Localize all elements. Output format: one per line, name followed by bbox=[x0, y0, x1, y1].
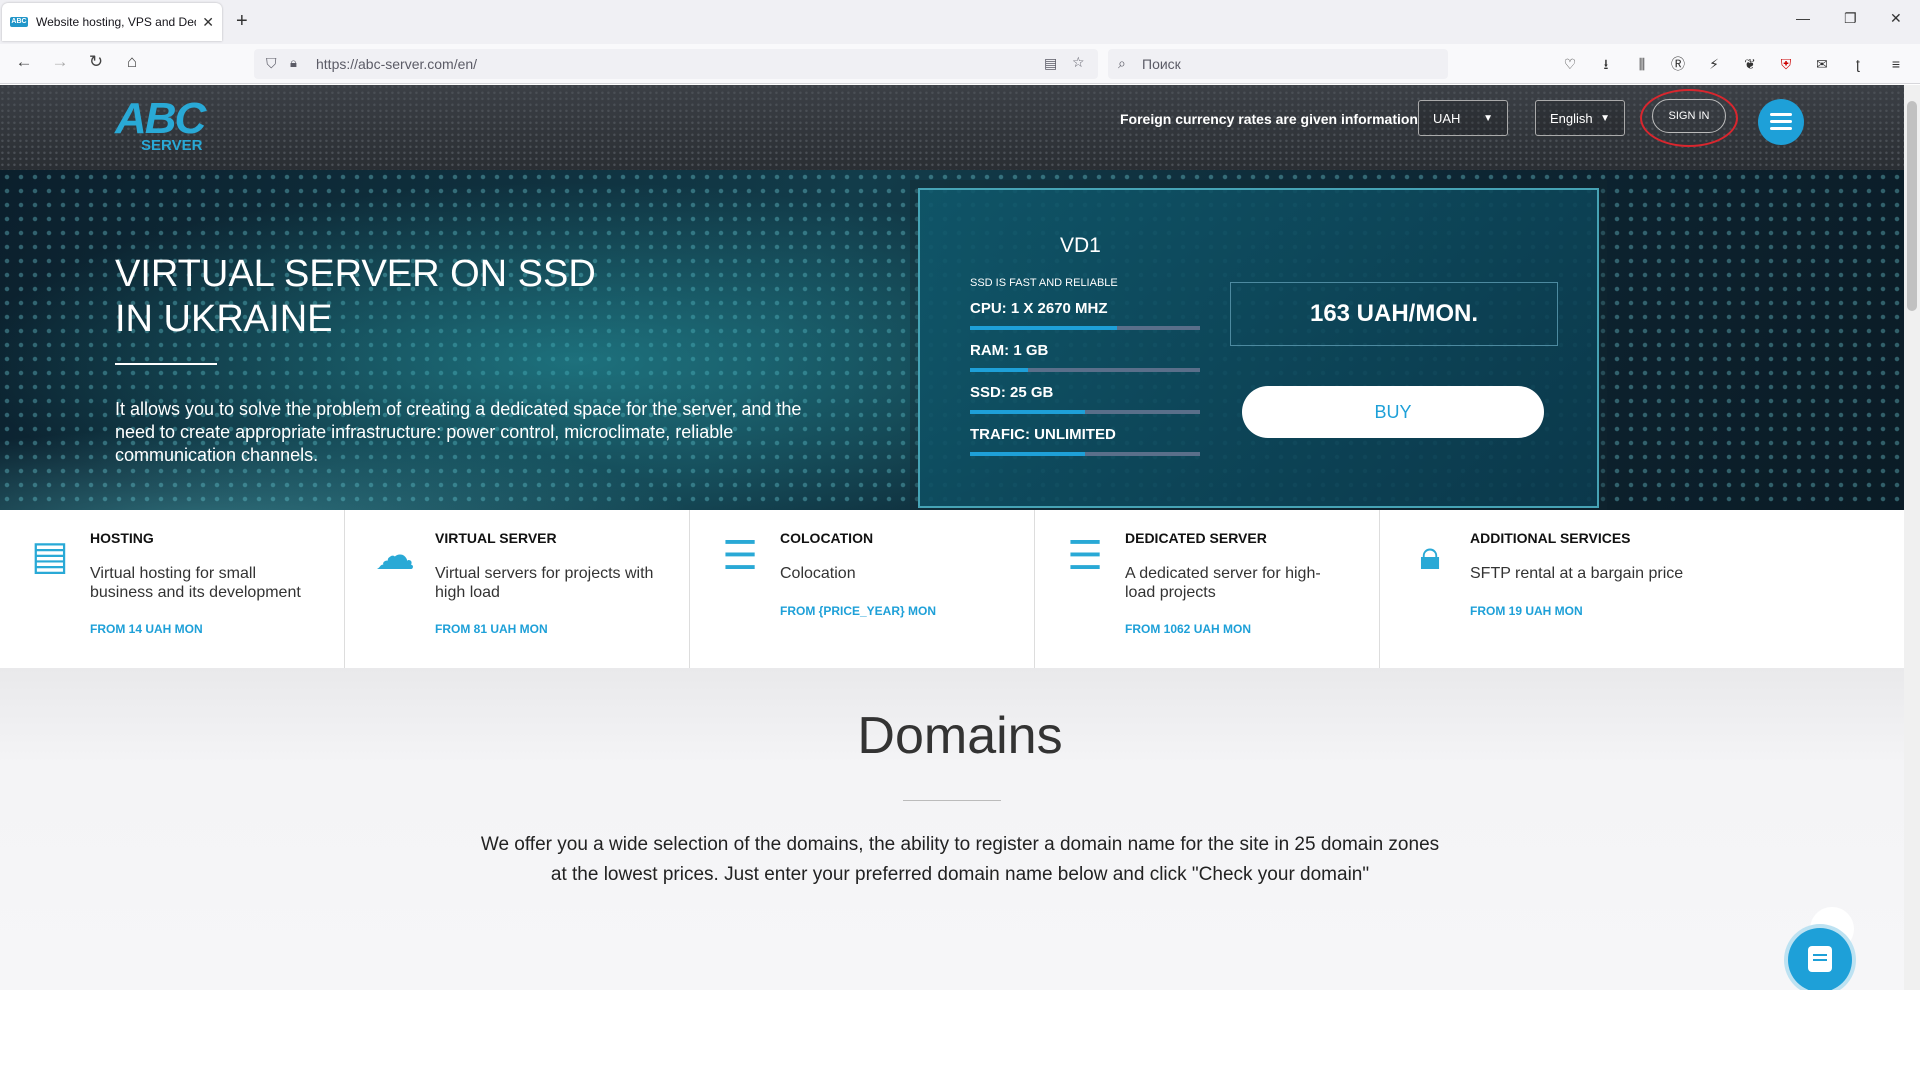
scrollbar-thumb[interactable] bbox=[1907, 101, 1917, 311]
chevron-down-icon: ▼ bbox=[1600, 112, 1610, 124]
fx-info-text: Foreign currency rates are given informa… bbox=[1120, 111, 1418, 127]
url-text: https://abc-server.com/en/ bbox=[316, 56, 478, 72]
hero-title-line2: IN UKRAINE bbox=[115, 298, 333, 340]
service-additional[interactable]: 🔒︎ ADDITIONAL SERVICES SFTP rental at a … bbox=[1380, 510, 1920, 668]
search-icon: ⌕ bbox=[1118, 55, 1126, 71]
domains-divider bbox=[903, 800, 1001, 801]
browser-tab[interactable]: ABC Website hosting, VPS and Dedic ✕ bbox=[2, 3, 222, 41]
ublock-icon[interactable]: ⛨ bbox=[1776, 54, 1796, 74]
server-stack-icon: ▤ bbox=[31, 534, 69, 578]
shield-icon[interactable]: ⛉ bbox=[266, 55, 277, 72]
spec-traffic: TRAFIC: UNLIMITED bbox=[970, 426, 1200, 456]
back-icon[interactable]: ← bbox=[12, 52, 36, 72]
downloads-icon[interactable]: ⭳ bbox=[1596, 54, 1616, 74]
browser-tab-bar: ABC Website hosting, VPS and Dedic ✕ + —… bbox=[0, 0, 1920, 44]
service-title: COLOCATION bbox=[780, 530, 874, 546]
browser-navbar: ← → ↻ ⌂ ⛉ 🔒︎ https://abc-server.com/en/ … bbox=[0, 44, 1920, 84]
spec-bar-fill bbox=[970, 326, 1118, 330]
currency-value: UAH bbox=[1433, 110, 1461, 126]
service-desc: Virtual servers for projects with high l… bbox=[435, 565, 654, 601]
spec-bar-fill bbox=[970, 410, 1085, 414]
service-desc: SFTP rental at a bargain price bbox=[1470, 565, 1684, 582]
logo-sub: SERVER bbox=[141, 137, 203, 154]
forward-icon[interactable]: → bbox=[48, 52, 72, 72]
hero-description: It allows you to solve the problem of cr… bbox=[115, 399, 802, 465]
currency-select[interactable]: UAH ▼ bbox=[1418, 100, 1508, 136]
buy-button[interactable]: BUY bbox=[1242, 386, 1544, 438]
library-icon[interactable]: ⫼ bbox=[1632, 54, 1652, 74]
service-title: ADDITIONAL SERVICES bbox=[1470, 530, 1631, 546]
search-placeholder: Поиск bbox=[1142, 56, 1181, 72]
minimize-icon[interactable]: — bbox=[1796, 10, 1810, 26]
service-title: DEDICATED SERVER bbox=[1125, 530, 1267, 546]
close-tab-icon[interactable]: ✕ bbox=[202, 14, 214, 31]
service-colocation[interactable]: ☰ COLOCATION Colocation FROM {PRICE_YEAR… bbox=[690, 510, 1035, 668]
home-icon[interactable]: ⌂ bbox=[120, 52, 144, 72]
lock-icon: 🔒︎ bbox=[1419, 534, 1441, 578]
chat-icon bbox=[1808, 946, 1832, 972]
sign-in-button[interactable]: SIGN IN bbox=[1652, 99, 1726, 133]
plan-name: VD1 bbox=[1060, 234, 1101, 257]
menu-icon[interactable]: ≡ bbox=[1886, 54, 1906, 74]
rack-icon: ☰ bbox=[1067, 534, 1103, 578]
service-price[interactable]: FROM 19 UAH MON bbox=[1470, 604, 1583, 618]
hero-title-line1: VIRTUAL SERVER ON SSD bbox=[115, 253, 596, 295]
service-title: VIRTUAL SERVER bbox=[435, 530, 557, 546]
spec-bar-fill bbox=[970, 452, 1085, 456]
lock-icon[interactable]: 🔒︎ bbox=[290, 55, 297, 71]
plan-subtitle: SSD IS FAST AND RELIABLE bbox=[970, 277, 1118, 289]
url-bar[interactable]: ⛉ 🔒︎ https://abc-server.com/en/ ▤ ☆ bbox=[254, 49, 1098, 79]
extension-leaf-icon[interactable]: ❦ bbox=[1740, 54, 1760, 74]
service-hosting[interactable]: ▤ HOSTING Virtual hosting for small busi… bbox=[0, 510, 345, 668]
domains-text: We offer you a wide selection of the dom… bbox=[480, 834, 1440, 885]
search-input[interactable]: ⌕ Поиск bbox=[1108, 49, 1448, 79]
service-price[interactable]: FROM 14 UAH MON bbox=[90, 622, 203, 636]
language-value: English bbox=[1550, 110, 1593, 126]
spec-ssd: SSD: 25 GB bbox=[970, 384, 1200, 414]
service-desc: Colocation bbox=[780, 565, 856, 582]
domains-section: Domains We offer you a wide selection of… bbox=[0, 668, 1920, 990]
service-price[interactable]: FROM 1062 UAH MON bbox=[1125, 622, 1251, 636]
mail-icon[interactable]: ✉ bbox=[1812, 54, 1832, 74]
new-tab-icon[interactable]: + bbox=[236, 10, 248, 33]
pocket-icon[interactable]: ♡ bbox=[1560, 54, 1580, 74]
site-favicon-icon: ABC bbox=[10, 17, 28, 27]
plan-price: 163 UAH/MON. bbox=[1230, 282, 1558, 346]
extension-bolt-icon[interactable]: ⚡ bbox=[1704, 54, 1724, 74]
extension-r-icon[interactable]: Ⓡ bbox=[1668, 54, 1688, 74]
page-scrollbar[interactable] bbox=[1904, 85, 1920, 990]
spec-cpu: CPU: 1 X 2670 MHZ bbox=[970, 300, 1200, 330]
language-select[interactable]: English ▼ bbox=[1535, 100, 1625, 136]
extension-tt-icon[interactable]: ʈ bbox=[1848, 54, 1868, 74]
close-window-icon[interactable]: ✕ bbox=[1890, 10, 1902, 27]
abc-server-logo[interactable]: ABC SERVER bbox=[115, 97, 241, 159]
service-price[interactable]: FROM 81 UAH MON bbox=[435, 622, 548, 636]
spec-bar-fill bbox=[970, 368, 1028, 372]
reload-icon[interactable]: ↻ bbox=[84, 52, 108, 72]
service-dedicated-server[interactable]: ☰ DEDICATED SERVER A dedicated server fo… bbox=[1035, 510, 1380, 668]
logo-text: ABC bbox=[115, 94, 206, 143]
chevron-down-icon: ▼ bbox=[1483, 112, 1493, 124]
domains-title: Domains bbox=[857, 707, 1063, 765]
service-title: HOSTING bbox=[90, 530, 154, 546]
page-bottom bbox=[0, 990, 1920, 1080]
rack-icon: ☰ bbox=[722, 534, 758, 578]
service-price[interactable]: FROM {PRICE_YEAR} MON bbox=[780, 604, 936, 618]
restore-icon[interactable]: ❐ bbox=[1844, 10, 1857, 27]
hamburger-menu-button[interactable] bbox=[1758, 99, 1804, 145]
plan-card: VD1 SSD IS FAST AND RELIABLE CPU: 1 X 26… bbox=[910, 180, 1607, 516]
hero-divider bbox=[115, 363, 217, 365]
reader-view-icon[interactable]: ▤ bbox=[1044, 55, 1057, 72]
service-desc: A dedicated server for high-load project… bbox=[1125, 565, 1321, 601]
hero-title: VIRTUAL SERVER ON SSD IN UKRAINE bbox=[115, 252, 596, 342]
tab-title: Website hosting, VPS and Dedic bbox=[36, 15, 197, 29]
chat-button[interactable] bbox=[1788, 928, 1852, 992]
spec-ram: RAM: 1 GB bbox=[970, 342, 1200, 372]
services-row: ▤ HOSTING Virtual hosting for small busi… bbox=[0, 510, 1920, 668]
cloud-server-icon: ☁ bbox=[375, 534, 415, 578]
service-virtual-server[interactable]: ☁ VIRTUAL SERVER Virtual servers for pro… bbox=[345, 510, 690, 668]
service-desc: Virtual hosting for small business and i… bbox=[90, 565, 301, 601]
bookmark-star-icon[interactable]: ☆ bbox=[1072, 54, 1085, 71]
site-header: ABC SERVER Foreign currency rates are gi… bbox=[0, 85, 1920, 170]
